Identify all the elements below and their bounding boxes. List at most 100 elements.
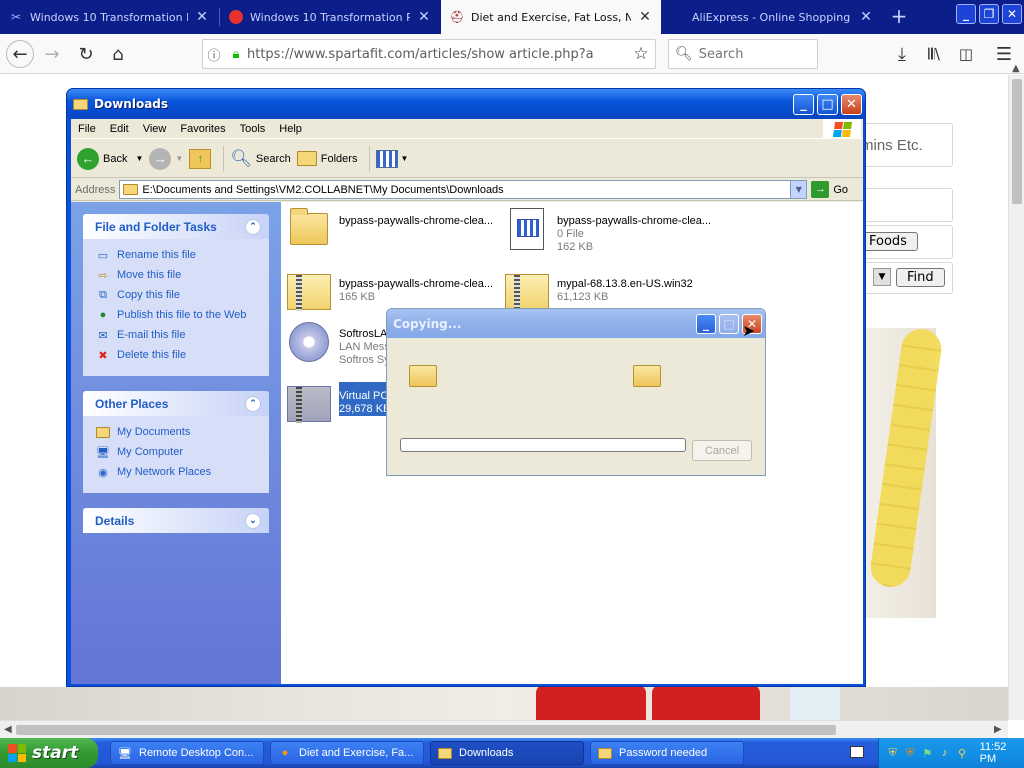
minimize-icon[interactable]: _ [793,94,814,115]
library-icon[interactable]: 𝄃𝄃\ [920,40,948,68]
task-publish[interactable]: ● Publish this file to the Web [83,305,269,325]
collapse-chevron-icon[interactable]: ⌃ [245,218,261,235]
folders-button[interactable]: Folders [296,151,357,166]
file-tasks-header[interactable]: File and Folder Tasks ⌃ [83,214,269,239]
sound-icon[interactable]: ♪ [937,745,952,761]
browser-tab-1[interactable]: ✂ Windows 10 Transformation Pack ✕ [0,0,218,34]
forward-arrow-icon[interactable]: → [38,40,66,68]
tab-close-icon[interactable]: ✕ [858,9,874,25]
window-minimize-button[interactable]: _ [956,4,976,24]
task-rename[interactable]: ▭ Rename this file [83,245,269,265]
details-header[interactable]: Details ⌄ [83,508,269,533]
search-bar[interactable]: 🔍︎ [668,39,818,69]
file-item[interactable]: bypass-paywalls-chrome-clea... [287,207,493,251]
home-icon[interactable]: ⌂ [104,40,132,68]
minimize-icon[interactable]: _ [696,314,716,334]
browser-tab-2[interactable]: Windows 10 Transformation Pack ✕ [220,0,440,34]
window-restore-button[interactable]: ❐ [979,4,999,24]
reload-icon[interactable]: ↻ [72,40,100,68]
bookmark-star-icon[interactable]: ☆ [627,44,655,64]
lock-icon[interactable]: 🔒︎ [225,47,247,62]
browser-tab-4[interactable]: AliExpress - Online Shopping for ✕ [662,0,882,34]
file-item-selected[interactable]: Virtual PC 29,678 KB [287,382,391,426]
sidebar-icon[interactable]: ◫ [952,40,980,68]
menu-edit[interactable]: Edit [103,123,136,135]
back-arrow-icon[interactable]: ← [6,40,34,68]
page-vertical-scrollbar[interactable]: ▲ [1008,63,1024,720]
menu-view[interactable]: View [136,123,174,135]
download-icon[interactable]: ⤓ [888,40,916,68]
search-label: Search [255,152,291,165]
menu-bar: File Edit View Favorites Tools Help [71,119,863,139]
tab-close-icon[interactable]: ✕ [416,9,432,25]
file-tasks-title: File and Folder Tasks [95,219,217,234]
url-bar[interactable]: ⓘ 🔒︎ https://www.spartafit.com/articles/… [202,39,656,69]
maximize-icon[interactable]: □ [817,94,838,115]
menu-file[interactable]: File [71,123,103,135]
taskbar-item-firefox[interactable]: ● Diet and Exercise, Fa... [270,741,424,765]
shield-icon[interactable]: ⛨ [885,745,900,761]
chevron-down-icon: ▼ [175,154,184,163]
forward-button[interactable]: → ▼ [149,147,184,170]
tab-title: Windows 10 Transformation Pack [30,10,188,24]
task-copy[interactable]: ⧉ Copy this file [83,285,269,305]
copying-title-bar[interactable]: Copying... _ □ ✕ [387,309,765,338]
file-item[interactable]: SoftrosLAN LAN Messe Softros Sy [287,320,396,367]
address-value[interactable]: E:\Documents and Settings\VM2.COLLABNET\… [142,184,503,196]
taskbar-item-password[interactable]: Password needed [590,741,744,765]
scroll-up-icon[interactable]: ▲ [1012,63,1020,74]
dropdown-arrow-icon[interactable]: ▼ [873,268,891,286]
task-label: Rename this file [117,249,196,261]
scrollbar-thumb[interactable] [16,725,836,735]
cancel-button[interactable]: Cancel [692,440,752,461]
up-folder-button[interactable]: ↑ [189,148,212,169]
tab-close-icon[interactable]: ✕ [637,9,653,25]
place-my-computer[interactable]: 🖥︎ My Computer [83,442,269,462]
tab-close-icon[interactable]: ✕ [194,9,210,25]
foods-button[interactable]: Foods [858,232,918,251]
taskbar-item-downloads[interactable]: Downloads [430,741,584,765]
explorer-title-bar[interactable]: Downloads _ □ ✕ [67,89,865,119]
new-tab-button[interactable]: + [888,6,910,28]
folder-icon [597,746,613,760]
security-icon[interactable]: ⛨ [902,745,917,761]
search-input[interactable] [698,46,809,62]
collapse-chevron-icon[interactable]: ⌃ [245,395,261,412]
scroll-left-icon[interactable]: ◀ [4,724,12,735]
window-close-button[interactable]: ✕ [1002,4,1022,24]
scroll-right-icon[interactable]: ▶ [994,724,1002,735]
close-icon[interactable]: ✕ [841,94,862,115]
network-icon[interactable]: ⚑ [920,745,935,761]
expand-chevron-icon[interactable]: ⌄ [245,512,261,529]
menu-tools[interactable]: Tools [233,123,273,135]
url-text[interactable]: https://www.spartafit.com/articles/show … [247,47,627,62]
place-my-documents[interactable]: My Documents [83,422,269,442]
page-horizontal-scrollbar[interactable]: ◀ ▶ [0,720,1008,738]
chevron-down-icon[interactable]: ▼ [790,181,807,198]
find-button[interactable]: Find [896,268,945,287]
scrollbar-thumb[interactable] [1012,79,1022,204]
file-item[interactable]: bypass-paywalls-chrome-clea... 0 File 16… [505,207,711,254]
menu-help[interactable]: Help [272,123,309,135]
task-move[interactable]: ⇨ Move this file [83,265,269,285]
search-button[interactable]: 🔍︎ Search [230,149,290,169]
task-delete[interactable]: ✖ Delete this file [83,345,269,365]
search-icon[interactable]: ⚲ [954,745,969,761]
chevron-down-icon[interactable]: ▼ [135,154,143,163]
keyboard-icon[interactable] [850,746,864,758]
task-label: Remote Desktop Con... [139,747,254,759]
start-button[interactable]: start [0,738,98,768]
go-button[interactable]: → Go [811,181,848,198]
taskbar-item-remote-desktop[interactable]: 🖥︎ Remote Desktop Con... [110,741,264,765]
views-button[interactable]: ▼ [376,149,408,168]
place-network[interactable]: ◉ My Network Places [83,462,269,482]
info-icon[interactable]: ⓘ [203,45,225,64]
copying-dialog: Copying... _ □ ✕ Cancel [386,308,766,476]
address-field[interactable]: E:\Documents and Settings\VM2.COLLABNET\… [119,180,808,199]
back-button[interactable]: ← Back ▼ [77,147,143,170]
folders-icon [296,151,317,166]
browser-tab-3-active[interactable]: ⛑ Diet and Exercise, Fat Loss, Nutrition… [441,0,661,34]
other-places-header[interactable]: Other Places ⌃ [83,391,269,416]
menu-favorites[interactable]: Favorites [173,123,232,135]
task-email[interactable]: ✉ E-mail this file [83,325,269,345]
